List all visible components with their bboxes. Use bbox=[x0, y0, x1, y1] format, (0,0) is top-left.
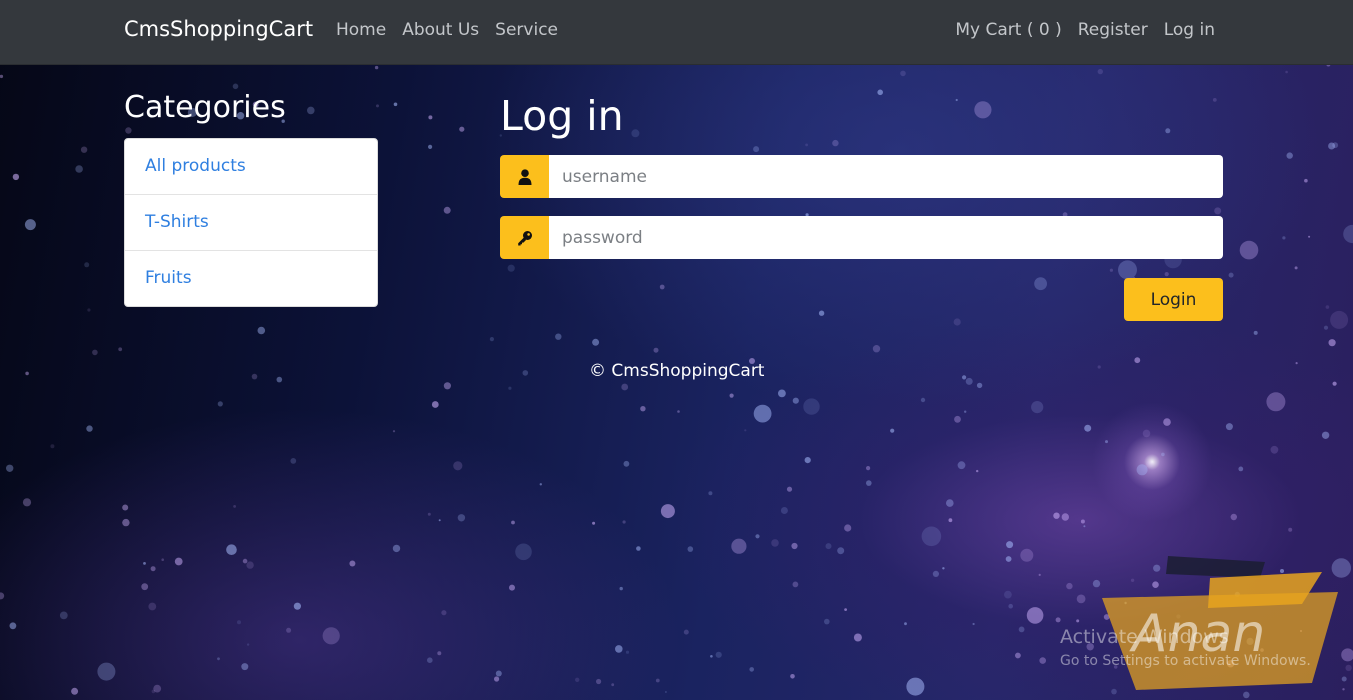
footer-copyright: © CmsShoppingCart bbox=[589, 361, 765, 381]
login-title: Log in bbox=[500, 92, 624, 140]
nav-link-log-in[interactable]: Log in bbox=[1164, 20, 1215, 40]
username-group bbox=[500, 155, 1223, 198]
nav-link-service[interactable]: Service bbox=[495, 20, 558, 40]
username-input[interactable] bbox=[549, 155, 1223, 198]
nav-left: Home About Us Service bbox=[336, 20, 558, 40]
nav-link-about-us[interactable]: About Us bbox=[402, 20, 479, 40]
nav-link-register[interactable]: Register bbox=[1078, 20, 1148, 40]
top-navbar: CmsShoppingCart Home About Us Service My… bbox=[0, 0, 1353, 65]
password-input[interactable] bbox=[549, 216, 1223, 259]
nav-link-home[interactable]: Home bbox=[336, 20, 386, 40]
password-group bbox=[500, 216, 1223, 259]
brand-link[interactable]: CmsShoppingCart bbox=[124, 17, 313, 41]
activate-windows-subtitle: Go to Settings to activate Windows. bbox=[1060, 653, 1311, 669]
activate-windows-title: Activate Windows bbox=[1060, 626, 1229, 648]
nav-link-my-cart[interactable]: My Cart ( 0 ) bbox=[955, 20, 1061, 40]
categories-title: Categories bbox=[124, 90, 286, 125]
key-icon bbox=[500, 216, 549, 259]
login-button[interactable]: Login bbox=[1124, 278, 1223, 321]
nav-right: My Cart ( 0 ) Register Log in bbox=[955, 20, 1215, 40]
user-icon bbox=[500, 155, 549, 198]
category-item-t-shirts[interactable]: T-Shirts bbox=[125, 195, 377, 251]
category-item-all-products[interactable]: All products bbox=[125, 139, 377, 195]
categories-list: All products T-Shirts Fruits bbox=[124, 138, 378, 307]
category-item-fruits[interactable]: Fruits bbox=[125, 251, 377, 306]
